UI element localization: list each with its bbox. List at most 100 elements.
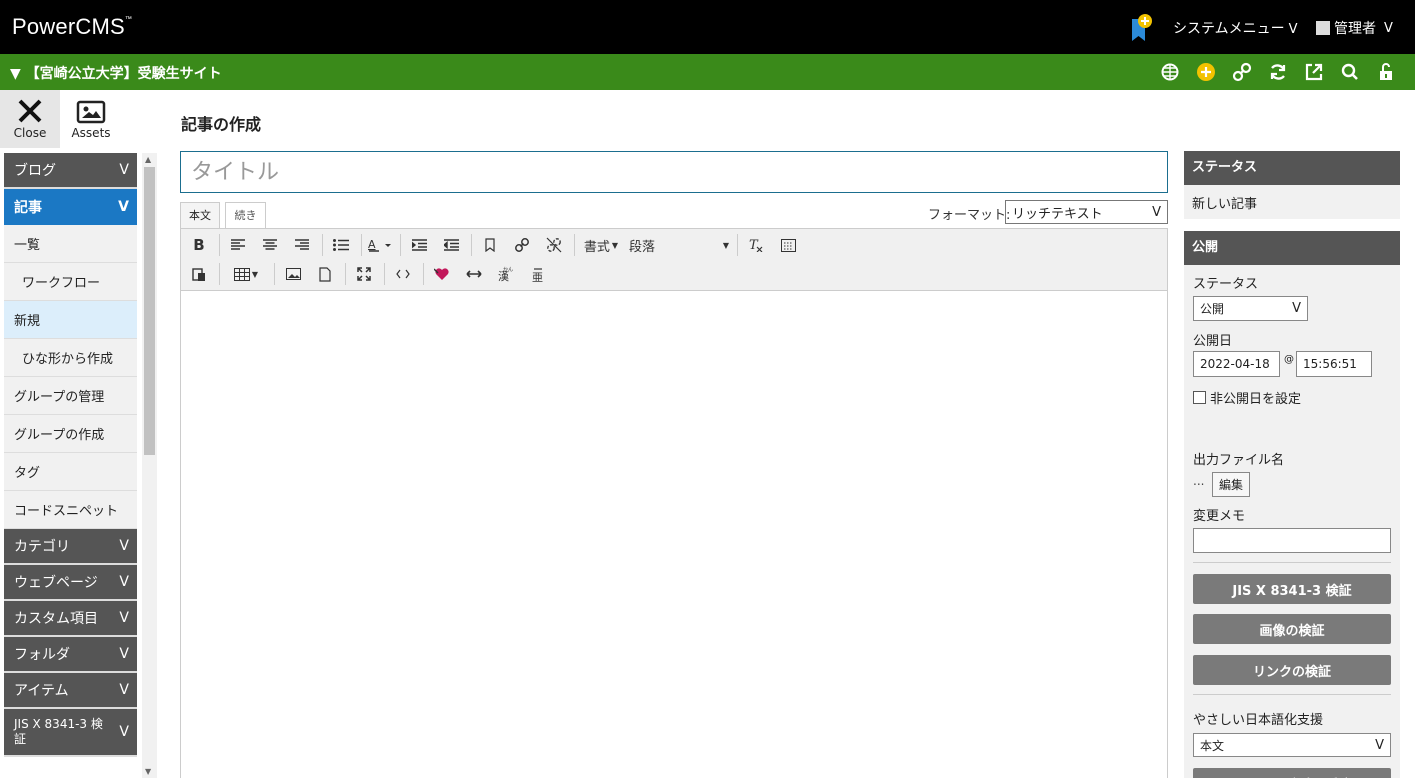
link-icon[interactable] [510, 233, 534, 257]
unpublish-checkbox-row[interactable]: 非公開日を設定 [1193, 388, 1301, 407]
sidebar-subitem-code-snippet[interactable]: コードスニペット [4, 491, 137, 529]
link-check-button[interactable]: リンクの検証 [1193, 655, 1391, 685]
align-right-icon[interactable] [290, 233, 314, 257]
bold-button[interactable]: B [187, 233, 211, 257]
publish-status-label: ステータス [1193, 277, 1259, 292]
easy-japanese-select[interactable]: 本文 V [1193, 733, 1391, 757]
status-heading: ステータス [1184, 151, 1400, 185]
refresh-icon[interactable] [1267, 62, 1289, 82]
sidebar-item-blog[interactable]: ブログ V [4, 153, 137, 189]
sidebar-subitem-list[interactable]: 一覧 [4, 225, 137, 263]
source-code-icon[interactable] [391, 262, 415, 286]
link-icon[interactable] [1231, 62, 1253, 82]
sidebar-item-folder[interactable]: フォルダ V [4, 637, 137, 673]
fullscreen-icon[interactable] [352, 262, 376, 286]
memo-input[interactable] [1193, 528, 1391, 553]
sidebar-item-webpage[interactable]: ウェブページ V [4, 565, 137, 601]
chevron-down-icon: V [119, 538, 129, 554]
unlock-icon[interactable] [1375, 62, 1397, 82]
sidebar-subitem-tag[interactable]: タグ [4, 453, 137, 491]
close-icon [18, 99, 42, 123]
heart-icon[interactable] [430, 262, 454, 286]
publish-date-label: 公開日 [1193, 334, 1233, 349]
sidebar-subitem-group-create[interactable]: グループの作成 [4, 415, 137, 453]
chevron-down-icon: V [119, 574, 129, 590]
search-icon[interactable] [1339, 62, 1361, 82]
sidebar-subitem-group-manage[interactable]: グループの管理 [4, 377, 137, 415]
title-input[interactable] [180, 151, 1168, 193]
outdent-icon[interactable] [439, 233, 463, 257]
chevron-down-icon: V [119, 162, 129, 178]
close-button[interactable]: Close [0, 90, 60, 148]
site-selector[interactable]: ▼ 【宮崎公立大学】受験生サイト [10, 63, 222, 83]
align-center-icon[interactable] [258, 233, 282, 257]
sidebar-item-jis[interactable]: JIS X 8341-3 検証 V [4, 709, 137, 757]
jis-check-button[interactable]: JIS X 8341-3 検証 [1193, 574, 1391, 604]
svg-text:亜: 亜 [532, 271, 543, 282]
chevron-down-icon: V [119, 682, 129, 698]
triangle-down-icon: ▼ [10, 66, 21, 82]
chevron-down-icon: V [1384, 20, 1393, 36]
publish-time-input[interactable]: 15:56:51 [1296, 351, 1372, 377]
sidebar-scrollbar[interactable]: ▲ ▼ [142, 153, 157, 778]
globe-icon[interactable] [1159, 62, 1181, 82]
sidebar-item-custom-fields[interactable]: カスタム項目 V [4, 601, 137, 637]
scroll-up-icon[interactable]: ▲ [145, 155, 151, 164]
ruby-icon[interactable]: 漢かん [494, 262, 518, 286]
tab-more[interactable]: 続き [225, 202, 266, 229]
sidebar-item-entry[interactable]: 記事 V [4, 189, 137, 225]
evaluate-translate-button[interactable]: テキストの評価と翻訳 [1193, 768, 1391, 778]
assets-label: Assets [71, 126, 111, 140]
svg-text:T: T [749, 238, 759, 252]
paragraph-select[interactable]: 段落 ▼ [629, 233, 729, 257]
publish-status-select[interactable]: 公開 V [1193, 296, 1308, 321]
table-icon[interactable]: ▼ [226, 262, 266, 286]
insert-image-icon[interactable] [281, 262, 305, 286]
memo-label: 変更メモ [1193, 509, 1246, 524]
assets-button[interactable]: Assets [60, 90, 122, 148]
format-select[interactable]: リッチテキスト V [1005, 200, 1168, 224]
insert-file-icon[interactable] [313, 262, 337, 286]
chevron-down-icon: V [119, 723, 129, 740]
sidebar-subitem-from-template[interactable]: ひな形から作成 [4, 339, 137, 377]
bookmark-icon[interactable] [478, 233, 502, 257]
sidebar-menu: ブログ V 記事 V 一覧 ワークフロー 新規 ひな形から作成 グループの管理 グル… [4, 153, 137, 757]
scroll-thumb[interactable] [144, 167, 155, 455]
chevron-down-icon: V [1292, 301, 1301, 316]
indent-icon[interactable] [407, 233, 431, 257]
filename-edit-button[interactable]: 編集 [1212, 472, 1251, 497]
bookmark-add-icon[interactable] [1130, 13, 1152, 43]
sidebar-subitem-workflow[interactable]: ワークフロー [4, 263, 137, 301]
editor-toolbar: B A 書式 ▼ 段落 ▼ T ▼ 漢かん 亜 [180, 228, 1168, 291]
align-left-icon[interactable] [226, 233, 250, 257]
special-char-icon[interactable] [776, 233, 800, 257]
width-arrows-icon[interactable] [462, 262, 486, 286]
paste-icon[interactable] [187, 262, 211, 286]
unpublish-checkbox[interactable] [1193, 391, 1206, 404]
external-link-icon[interactable] [1303, 62, 1325, 82]
format-menu[interactable]: 書式 ▼ [581, 233, 621, 257]
chevron-down-icon: V [1288, 22, 1298, 37]
rich-text-editor[interactable] [180, 290, 1168, 778]
text-color-icon[interactable]: A [368, 233, 392, 257]
app-logo[interactable]: PowerCMS™ [12, 14, 132, 40]
publish-date-input[interactable]: 2022-04-18 [1193, 351, 1280, 377]
system-menu[interactable]: システムメニュー V [1173, 18, 1298, 38]
tab-body[interactable]: 本文 [180, 202, 220, 229]
plus-circle-icon[interactable] [1195, 62, 1217, 82]
chevron-down-icon: V [119, 610, 129, 626]
sidebar-item-item[interactable]: アイテム V [4, 673, 137, 709]
site-bar: ▼ 【宮崎公立大学】受験生サイト [0, 54, 1415, 90]
furigana-icon[interactable]: 亜 [526, 262, 550, 286]
sidebar-item-category[interactable]: カテゴリ V [4, 529, 137, 565]
unlink-icon[interactable] [542, 233, 566, 257]
sidebar-subitem-new[interactable]: 新規 [4, 301, 137, 339]
scroll-down-icon[interactable]: ▼ [145, 767, 151, 776]
image-icon [76, 100, 106, 124]
chevron-down-icon: V [1375, 737, 1384, 753]
image-check-button[interactable]: 画像の検証 [1193, 614, 1391, 644]
bullet-list-icon[interactable] [329, 233, 353, 257]
clear-format-icon[interactable]: T [744, 233, 768, 257]
close-label: Close [13, 126, 47, 140]
user-menu[interactable]: 管理者 V [1316, 18, 1393, 38]
